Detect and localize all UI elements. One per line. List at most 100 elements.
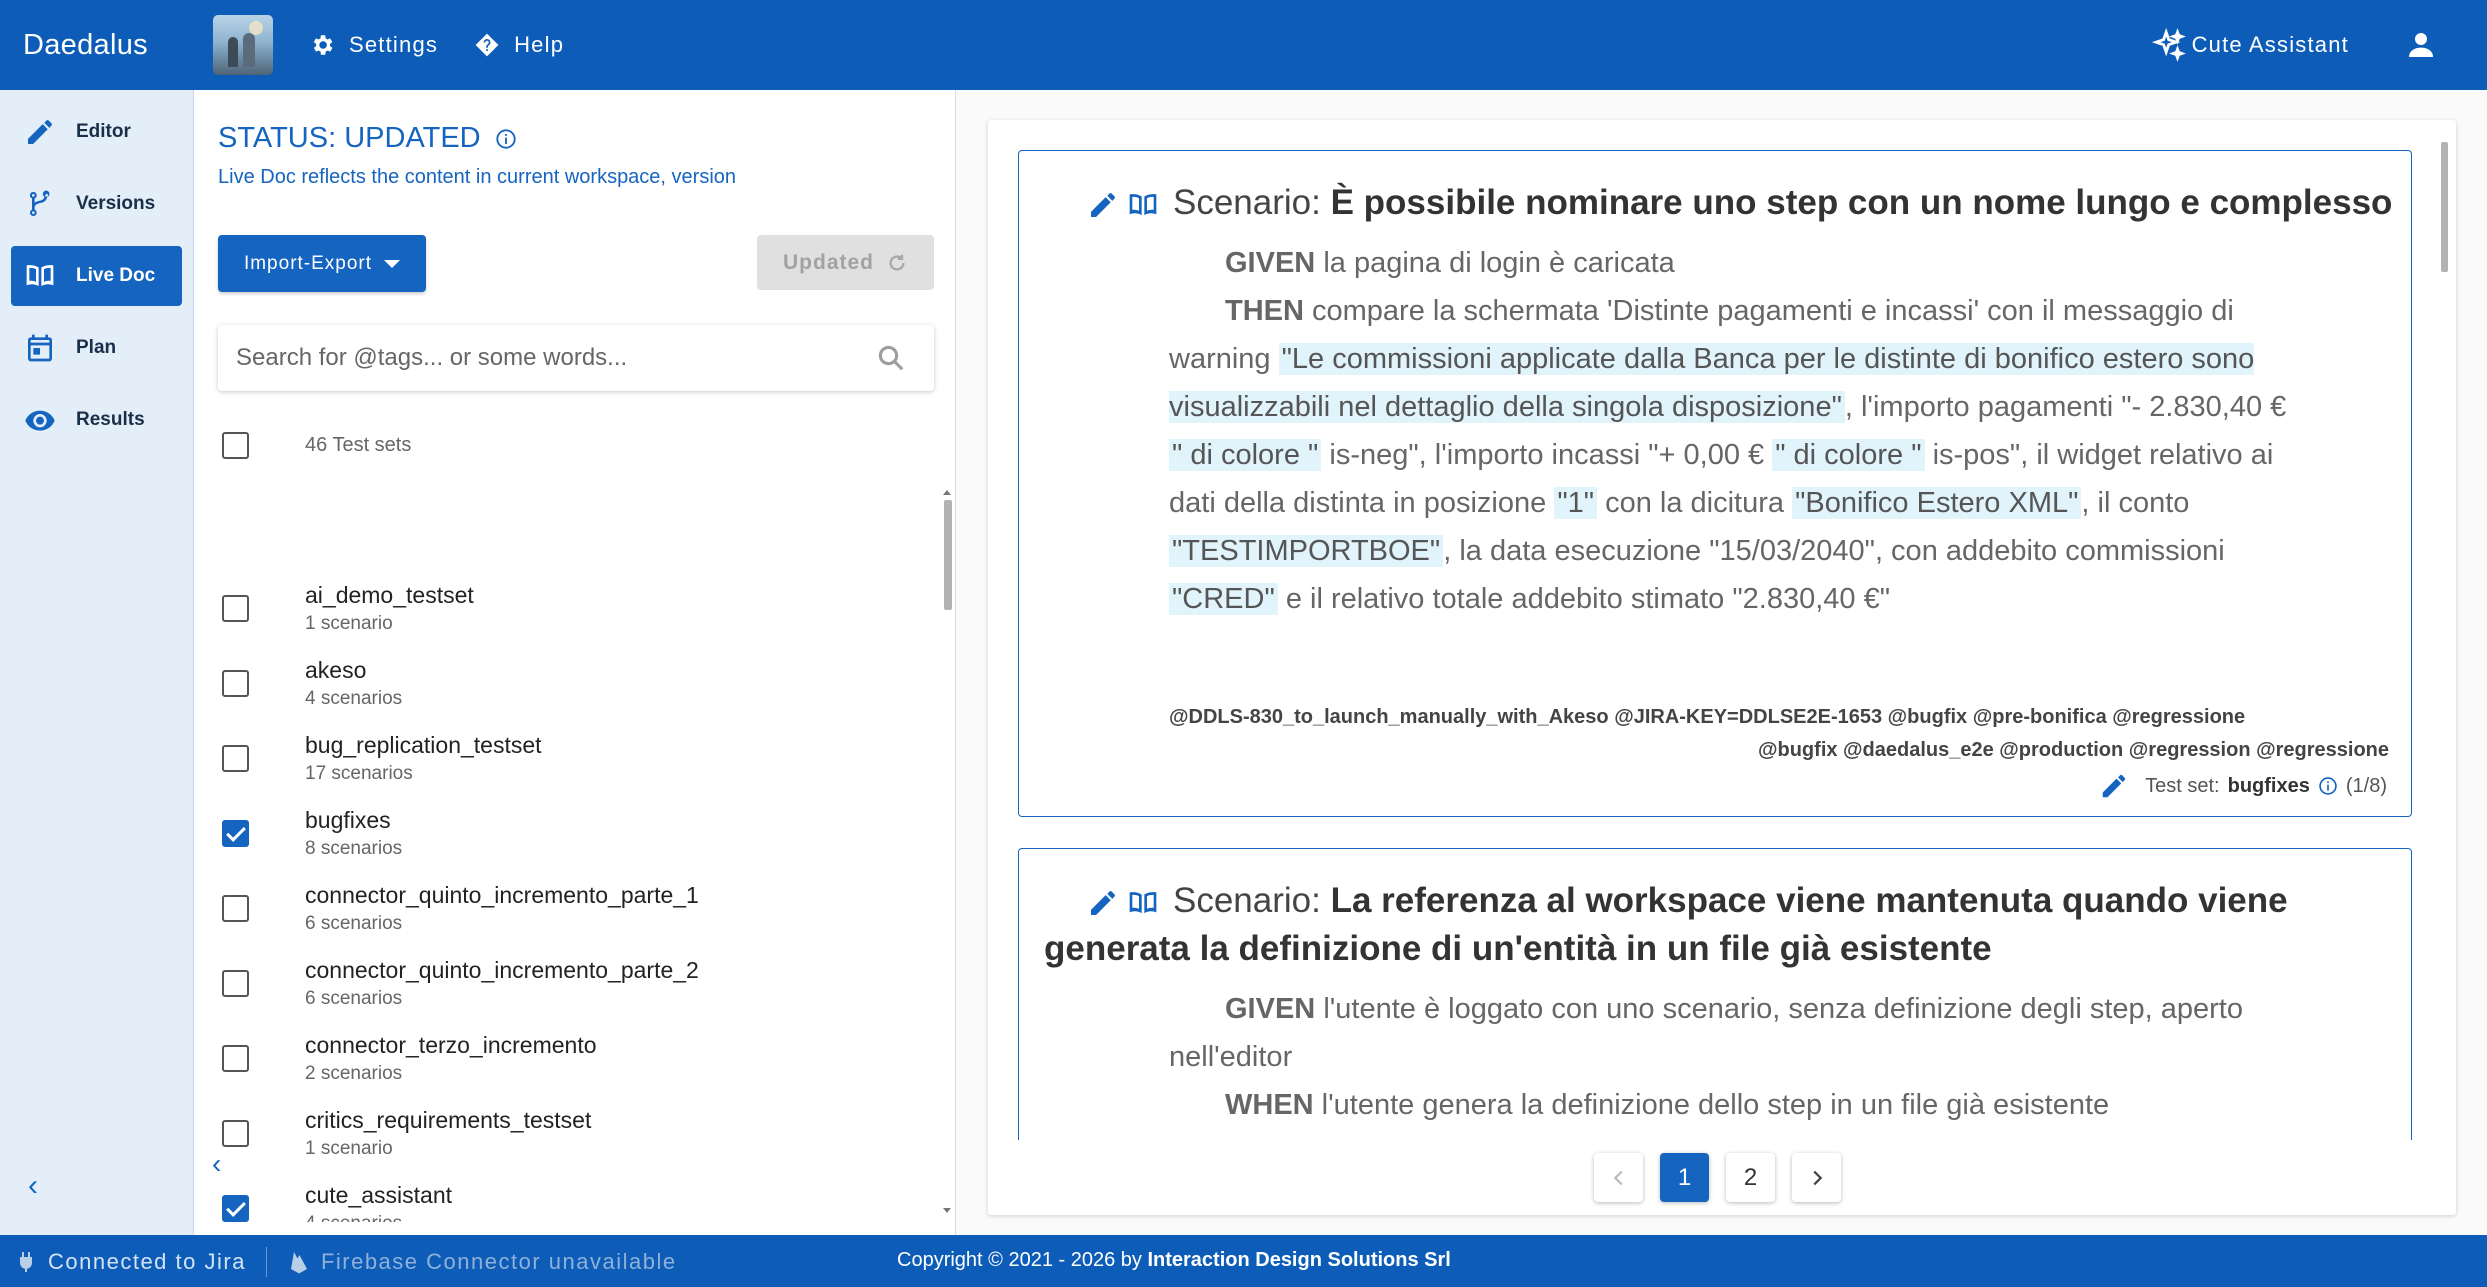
next-page-button[interactable] — [1792, 1153, 1841, 1202]
workspace-image[interactable] — [213, 15, 273, 75]
scroll-thumb[interactable] — [944, 500, 952, 610]
parameter-value: " di colore " — [1169, 439, 1322, 471]
testset-reference: Test set: bugfixes (1/8) — [2099, 771, 2387, 801]
book-open-icon[interactable] — [1127, 189, 1159, 221]
given-text: l'utente è loggato con uno scenario, sen… — [1169, 993, 2243, 1073]
then-text: is-neg", l'importo incassi "+ 0,00 € — [1321, 439, 1773, 471]
navigation-rail: Editor Versions Live Doc Plan Results ‹ — [0, 90, 194, 1235]
scenario-heading: Scenario: È possibile nominare uno step … — [1044, 179, 2394, 227]
list-item[interactable]: cute_assistant 4 scenarios — [222, 1182, 452, 1222]
chevron-left-icon — [1613, 1170, 1623, 1185]
scroll-down-arrow[interactable] — [943, 1208, 951, 1213]
list-item[interactable]: connector_quinto_incremento_parte_2 6 sce… — [222, 957, 699, 1010]
testset-count: 4 scenarios — [305, 688, 403, 709]
collapse-rail-chevron-icon[interactable]: ‹ — [28, 1169, 38, 1203]
given-keyword: GIVEN — [1225, 247, 1316, 279]
search-field[interactable] — [218, 325, 934, 391]
page-button-2[interactable]: 2 — [1726, 1153, 1775, 1202]
scenario-steps: GIVEN la pagina di login è caricata THEN… — [1169, 239, 2299, 623]
collapse-panel-chevron-icon[interactable]: ‹ — [212, 1148, 221, 1180]
updated-label: Updated — [783, 250, 874, 274]
rail-label: Versions — [76, 193, 156, 214]
then-text: , la data esecuzione "15/03/2040", con a… — [1443, 535, 2225, 567]
testset-checkbox[interactable] — [222, 970, 249, 997]
import-export-label: Import-Export — [243, 252, 373, 274]
cute-assistant-button[interactable]: Cute Assistant — [2151, 28, 2349, 62]
edit-pencil-icon[interactable] — [2099, 771, 2129, 801]
list-item[interactable]: connector_quinto_incremento_parte_1 6 sce… — [222, 882, 699, 935]
select-all-checkbox[interactable] — [222, 432, 249, 459]
help-label: Help — [514, 32, 565, 57]
list-item[interactable]: critics_requirements_testset 1 scenario — [222, 1107, 591, 1160]
info-icon[interactable] — [495, 128, 517, 150]
testset-checkbox[interactable] — [222, 1120, 249, 1147]
settings-label: Settings — [349, 32, 439, 57]
testset-checkbox[interactable] — [222, 595, 249, 622]
scenario-steps: GIVEN l'utente è loggato con uno scenari… — [1169, 985, 2299, 1129]
status-subtitle: Live Doc reflects the content in current… — [218, 166, 737, 188]
then-text: , il conto — [2081, 487, 2190, 519]
scroll-thumb[interactable] — [2441, 142, 2448, 272]
list-item[interactable]: akeso 4 scenarios — [222, 657, 402, 710]
rail-item-results[interactable]: Results — [11, 390, 182, 450]
testset-checkbox[interactable] — [222, 670, 249, 697]
list-item[interactable]: bug_replication_testset 17 scenarios — [222, 732, 542, 785]
tag-line: @DDLS-830_to_launch_manually_with_Akeso … — [1169, 706, 2246, 728]
live-doc-scroll[interactable]: Scenario: È possibile nominare uno step … — [988, 120, 2456, 1140]
testset-name: cute_assistant — [305, 1182, 453, 1208]
select-all-row[interactable]: 46 Test sets — [222, 432, 411, 459]
testset-name: akeso — [305, 657, 367, 683]
search-input[interactable] — [236, 339, 836, 377]
scroll-up-arrow[interactable] — [943, 490, 951, 495]
parameter-value: " di colore " — [1772, 439, 1925, 471]
live-doc-container: Scenario: È possibile nominare uno step … — [988, 120, 2456, 1215]
scenario-card: Scenario: La referenza al workspace vien… — [1018, 848, 2412, 1140]
testset-checkbox[interactable] — [222, 820, 249, 847]
app-brand[interactable]: Daedalus — [23, 29, 213, 62]
rail-item-versions[interactable]: Versions — [11, 174, 182, 234]
then-text: e il relativo totale addebito stimato "2… — [1277, 583, 1891, 615]
help-button[interactable]: Help — [474, 32, 564, 58]
rail-item-plan[interactable]: Plan — [11, 318, 182, 378]
search-icon[interactable] — [876, 343, 906, 373]
firebase-icon — [290, 1252, 307, 1274]
testset-checkbox[interactable] — [222, 1045, 249, 1072]
scenario-prefix: Scenario: — [1173, 881, 1321, 920]
then-text: con la dicitura — [1597, 487, 1793, 519]
given-keyword: GIVEN — [1225, 993, 1316, 1025]
rail-item-live-doc[interactable]: Live Doc — [11, 246, 182, 306]
list-scrollbar[interactable] — [942, 490, 952, 1220]
copyright-text: Copyright © 2021 - 2026 by — [897, 1249, 1142, 1271]
list-item[interactable]: connector_terzo_incremento 2 scenarios — [222, 1032, 597, 1085]
account-icon[interactable] — [2405, 29, 2437, 61]
list-item[interactable]: bugfixes 8 scenarios — [222, 807, 402, 860]
footer-bar: Connected to Jira Firebase Connector una… — [0, 1235, 2487, 1287]
scenario-card: Scenario: È possibile nominare uno step … — [1018, 150, 2412, 817]
info-icon[interactable] — [2318, 776, 2338, 796]
testset-count: 17 scenarios — [305, 763, 413, 784]
testset-name: ai_demo_testset — [305, 582, 474, 608]
testset-checkbox[interactable] — [222, 745, 249, 772]
sparkle-icon — [2151, 28, 2186, 62]
rail-label: Results — [76, 409, 145, 430]
edit-pencil-icon[interactable] — [1087, 189, 1119, 221]
testset-checkbox[interactable] — [222, 1195, 249, 1222]
testset-panel: STATUS: UPDATED Live Doc reflects the co… — [194, 90, 956, 1235]
scenario-heading: Scenario: La referenza al workspace vien… — [1044, 877, 2394, 973]
given-step: GIVEN l'utente è loggato con uno scenari… — [1169, 985, 2299, 1081]
jira-status[interactable]: Connected to Jira — [48, 1249, 246, 1275]
doc-scrollbar[interactable] — [2440, 132, 2450, 1132]
firebase-status[interactable]: Firebase Connector unavailable — [321, 1249, 677, 1275]
book-open-icon[interactable] — [1127, 887, 1159, 919]
rail-item-editor[interactable]: Editor — [11, 102, 182, 162]
testset-name: connector_quinto_incremento_parte_2 — [305, 957, 699, 983]
settings-button[interactable]: Settings — [309, 32, 438, 58]
chevron-right-icon — [1812, 1170, 1822, 1185]
edit-pencil-icon[interactable] — [1087, 887, 1119, 919]
page-button-1[interactable]: 1 — [1660, 1153, 1709, 1202]
prev-page-button[interactable] — [1594, 1153, 1643, 1202]
list-item[interactable]: ai_demo_testset 1 scenario — [222, 582, 474, 635]
import-export-button[interactable]: Import-Export — [218, 235, 426, 292]
testset-checkbox[interactable] — [222, 895, 249, 922]
rail-label: Live Doc — [76, 265, 156, 286]
